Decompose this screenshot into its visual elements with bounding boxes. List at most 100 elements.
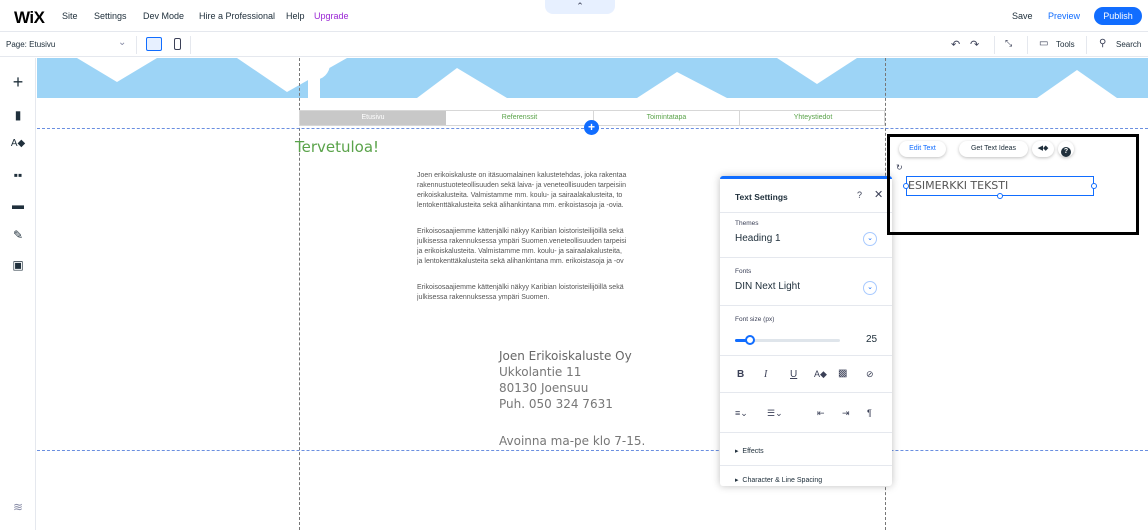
get-text-ideas-button[interactable]: Get Text Ideas bbox=[959, 141, 1028, 157]
text-settings-panel: Text Settings ? ✕ Themes Heading 1 ⌄ Fon… bbox=[720, 176, 892, 486]
header-banner bbox=[37, 58, 1148, 98]
menu-hire-professional[interactable]: Hire a Professional bbox=[199, 11, 275, 21]
divider bbox=[1027, 36, 1028, 54]
company-street: Ukkolantie 11 bbox=[499, 365, 582, 379]
preview-button[interactable]: Preview bbox=[1048, 11, 1080, 21]
top-bar: WiX Site Settings Dev Mode Hire a Profes… bbox=[0, 0, 1148, 32]
save-button[interactable]: Save bbox=[1012, 11, 1033, 21]
highlight-color-icon[interactable]: ▩ bbox=[838, 368, 847, 379]
bullets-icon[interactable]: ☰⌄ bbox=[767, 408, 783, 419]
mobile-view-icon[interactable] bbox=[174, 38, 181, 50]
resize-handle-left[interactable] bbox=[903, 183, 909, 189]
media-icon[interactable]: ▬ bbox=[0, 198, 36, 212]
menu-settings[interactable]: Settings bbox=[94, 11, 127, 21]
animation-icon[interactable]: ◀◆ bbox=[1032, 141, 1054, 157]
panel-title: Text Settings bbox=[735, 192, 788, 202]
desktop-view-icon[interactable] bbox=[146, 37, 162, 51]
help-icon[interactable]: ? bbox=[857, 190, 862, 200]
bold-icon[interactable]: B bbox=[737, 369, 744, 380]
company-postcode: 80130 Joensuu bbox=[499, 381, 589, 395]
link-icon[interactable]: ⊘ bbox=[866, 369, 874, 380]
align-left-icon[interactable]: ≡⌄ bbox=[735, 408, 748, 419]
company-contact-block[interactable]: Joen Erikoiskaluste Oy Ukkolantie 11 801… bbox=[499, 348, 632, 412]
fonts-dropdown[interactable]: DIN Next Light bbox=[735, 281, 800, 292]
add-elements-icon[interactable]: + bbox=[0, 72, 36, 93]
nav-item-toimintatapa[interactable]: Toimintatapa bbox=[594, 111, 740, 125]
themes-dropdown[interactable]: Heading 1 bbox=[735, 233, 781, 244]
font-size-slider-handle[interactable] bbox=[744, 335, 755, 345]
menu-help[interactable]: Help bbox=[286, 11, 305, 21]
publish-button[interactable]: Publish bbox=[1094, 7, 1142, 25]
menu-upgrade[interactable]: Upgrade bbox=[314, 11, 349, 21]
text-line: erikoiskalusteita. Valmistamme mm. koulu… bbox=[417, 192, 623, 199]
font-size-label: Font size (px) bbox=[735, 316, 775, 323]
themes-label: Themes bbox=[735, 220, 759, 227]
second-paragraph[interactable]: Erikoisosaajiemme kättenjälki näkyy Kari… bbox=[417, 227, 727, 267]
apps-icon[interactable]: ▪▪ bbox=[0, 168, 36, 182]
rotate-icon[interactable]: ↻ bbox=[896, 163, 903, 172]
tools-icon[interactable]: ▭ bbox=[1039, 38, 1048, 49]
search-icon[interactable]: ⚲ bbox=[1099, 38, 1106, 49]
menu-site[interactable]: Site bbox=[62, 11, 78, 21]
chevron-down-icon[interactable]: ⌄ bbox=[863, 232, 877, 246]
collapse-toolbar-tab[interactable]: ⌃ bbox=[545, 0, 615, 14]
divider bbox=[720, 305, 892, 306]
help-icon: ? bbox=[1061, 147, 1071, 157]
add-section-button[interactable]: + bbox=[584, 120, 599, 135]
text-line: julkisessa rakennuksessa ympäri Suomen. bbox=[417, 294, 550, 301]
nav-item-etusivu[interactable]: Etusivu bbox=[300, 111, 446, 125]
underline-icon[interactable]: U bbox=[790, 369, 797, 380]
divider bbox=[136, 36, 137, 54]
pages-icon[interactable]: ▮ bbox=[0, 108, 36, 122]
text-line: ja lentokenttäkalusteita sekä alihankint… bbox=[417, 258, 624, 265]
text-line: rakennustuoteteollisuuden sekä laiva- ja… bbox=[417, 182, 626, 189]
spacing-label: Character & Line Spacing bbox=[742, 477, 823, 484]
editor-toolbar: Page: Etusivu ⌄ ↶ ↷ ⤡ ▭ Tools ⚲ Search bbox=[0, 33, 1148, 57]
chevron-down-icon[interactable]: ⌄ bbox=[118, 37, 126, 48]
effects-label: Effects bbox=[742, 448, 764, 455]
company-phone: Puh. 050 324 7631 bbox=[499, 397, 613, 411]
text-color-icon[interactable]: A◆ bbox=[814, 369, 827, 380]
divider bbox=[720, 355, 892, 356]
welcome-heading[interactable]: Tervetuloa! bbox=[295, 138, 379, 156]
text-line: Erikoisosaajiemme kättenjälki näkyy Kari… bbox=[417, 284, 624, 291]
effects-section[interactable]: ▸ Effects bbox=[735, 447, 764, 455]
opening-hours[interactable]: Avoinna ma-pe klo 7-15. bbox=[499, 434, 645, 448]
business-icon[interactable]: ▣ bbox=[0, 258, 36, 272]
indent-decrease-icon[interactable]: ⇤ bbox=[817, 408, 825, 419]
undo-icon[interactable]: ↶ bbox=[951, 38, 960, 51]
text-direction-icon[interactable]: ¶ bbox=[867, 408, 872, 418]
zoom-out-icon[interactable]: ⤡ bbox=[1005, 38, 1012, 49]
font-size-value[interactable]: 25 bbox=[866, 334, 877, 345]
design-icon[interactable]: A◆ bbox=[0, 138, 36, 149]
help-button[interactable]: ? bbox=[1058, 141, 1074, 157]
close-icon[interactable]: ✕ bbox=[874, 188, 883, 201]
tools-button[interactable]: Tools bbox=[1056, 40, 1075, 49]
page-selector[interactable]: Page: Etusivu bbox=[6, 40, 55, 49]
blog-icon[interactable]: ✎ bbox=[0, 228, 36, 242]
intro-paragraph[interactable]: Joen erikoiskaluste on itäsuomalainen ka… bbox=[417, 171, 727, 211]
chevron-down-icon[interactable]: ⌄ bbox=[863, 281, 877, 295]
text-line: lentokenttäkalusteita sekä alihankintana… bbox=[417, 202, 624, 209]
third-paragraph[interactable]: Erikoisosaajiemme kättenjälki näkyy Kari… bbox=[417, 283, 727, 303]
layers-icon[interactable]: ≋ bbox=[0, 500, 36, 514]
text-line: julkisessa rakennuksessa ympäri Suomen.v… bbox=[417, 238, 627, 245]
wix-logo[interactable]: WiX bbox=[14, 8, 45, 28]
section-divider bbox=[37, 450, 1148, 451]
spacing-section[interactable]: ▸ Character & Line Spacing bbox=[735, 476, 822, 484]
italic-icon[interactable]: I bbox=[764, 369, 767, 380]
edit-text-button[interactable]: Edit Text bbox=[899, 141, 946, 157]
editor-canvas[interactable]: Etusivu Referenssit Toimintatapa Yhteyst… bbox=[37, 58, 1148, 530]
left-sidebar: + ▮ A◆ ▪▪ ▬ ✎ ▣ ≋ bbox=[0, 58, 36, 530]
search-button[interactable]: Search bbox=[1116, 40, 1141, 49]
redo-icon[interactable]: ↷ bbox=[970, 38, 979, 51]
banner-graphic bbox=[77, 58, 1117, 98]
text-line: Joen erikoiskaluste on itäsuomalainen ka… bbox=[417, 172, 627, 179]
menu-dev-mode[interactable]: Dev Mode bbox=[143, 11, 184, 21]
nav-item-referenssit[interactable]: Referenssit bbox=[446, 111, 594, 125]
indent-increase-icon[interactable]: ⇥ bbox=[842, 408, 850, 419]
resize-handle-right[interactable] bbox=[1091, 183, 1097, 189]
divider bbox=[720, 257, 892, 258]
resize-handle-bottom[interactable] bbox=[997, 193, 1003, 199]
nav-item-yhteystiedot[interactable]: Yhteystiedot bbox=[740, 111, 886, 125]
